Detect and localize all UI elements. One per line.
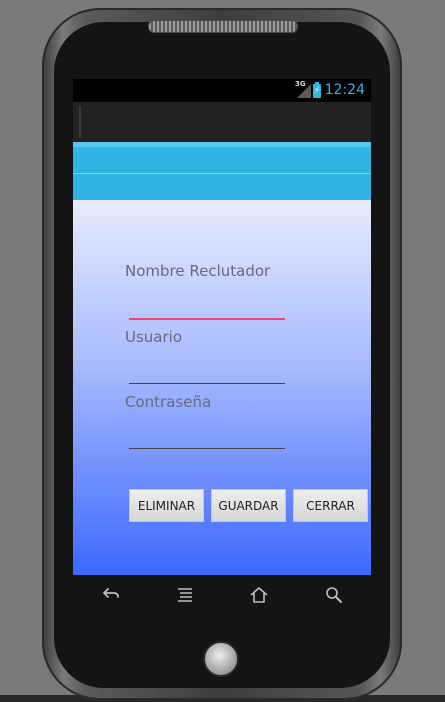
recruiter-name-input[interactable]	[129, 318, 285, 320]
username-input[interactable]	[129, 383, 285, 384]
save-button[interactable]: GUARDAR	[211, 489, 286, 522]
action-bar	[73, 102, 371, 142]
home-icon[interactable]	[247, 583, 271, 607]
search-icon[interactable]	[322, 583, 346, 607]
delete-button[interactable]: ELIMINAR	[129, 489, 204, 522]
recruiter-name-label: Nombre Reclutador	[125, 262, 271, 280]
password-input[interactable]	[129, 448, 285, 449]
form-content: Nombre Reclutador Usuario Contraseña ELI…	[73, 200, 371, 575]
earpiece-speaker	[148, 20, 298, 33]
menu-icon[interactable]	[173, 583, 197, 607]
status-clock: 12:24	[324, 82, 365, 98]
action-bar-edge	[79, 106, 81, 138]
hardware-home-button[interactable]	[203, 641, 239, 677]
username-label: Usuario	[125, 328, 183, 346]
password-label: Contraseña	[125, 393, 212, 411]
back-icon[interactable]	[98, 583, 122, 607]
close-button[interactable]: CERRAR	[293, 489, 368, 522]
header-band	[73, 142, 371, 200]
status-bar: 3G ⚡ 12:24	[73, 79, 371, 102]
navigation-bar	[73, 575, 371, 619]
signal-icon: 3G	[295, 80, 311, 98]
status-icons: 3G ⚡	[295, 80, 321, 98]
device-screen: 3G ⚡ 12:24 Nombre Reclutador Usuario Con…	[73, 79, 371, 575]
battery-icon: ⚡	[313, 81, 321, 98]
